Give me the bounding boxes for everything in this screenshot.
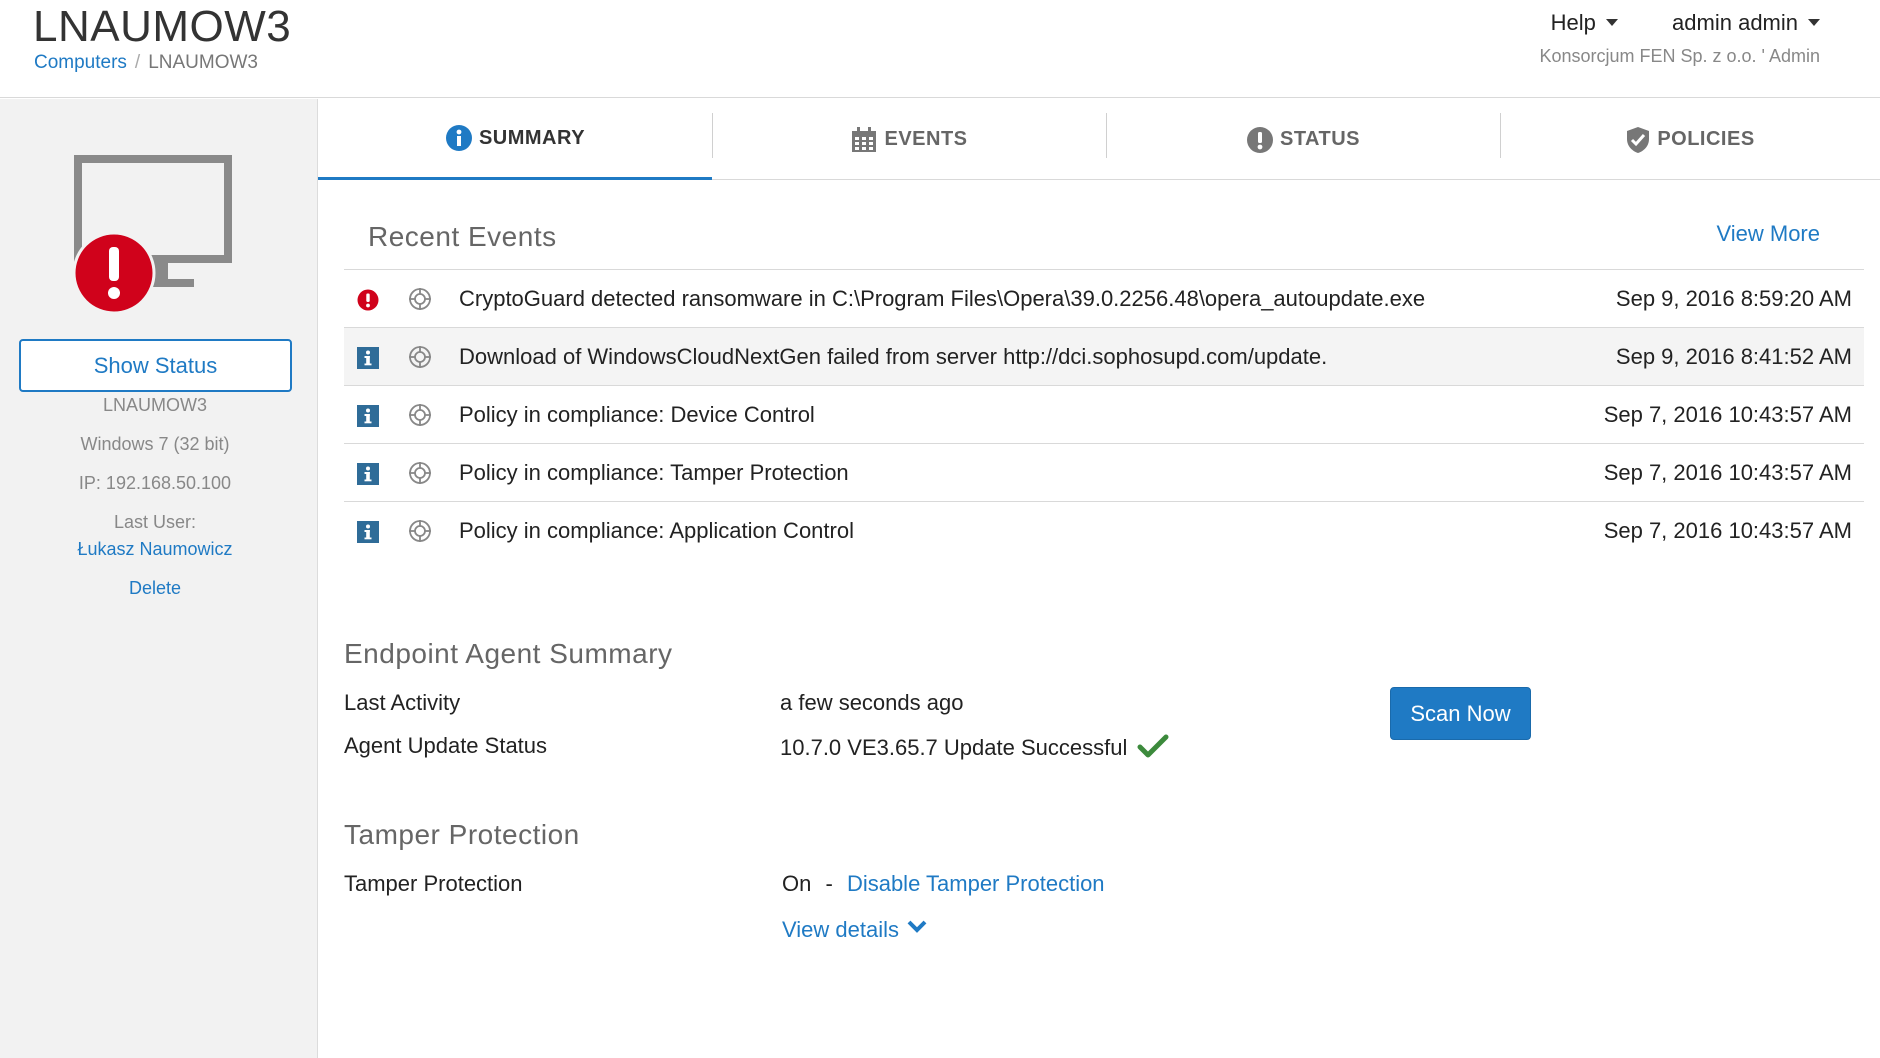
organization-line: Konsorcjum FEN Sp. z o.o. ' Admin: [1539, 46, 1820, 66]
tab-policies[interactable]: POLICIES: [1500, 99, 1880, 180]
tamper-dash: -: [825, 871, 833, 896]
update-status-label: Agent Update Status: [344, 733, 548, 758]
table-row[interactable]: Policy in compliance: Device Control Sep…: [344, 386, 1864, 444]
tab-summary[interactable]: SUMMARY: [318, 99, 712, 180]
event-time: Sep 7, 2016 10:43:57 AM: [1603, 401, 1852, 427]
computer-name: LNAUMOW3: [102, 395, 207, 415]
info-icon: [445, 124, 473, 152]
top-right-area: Help admin admin Konsorcjum FEN Sp. z o.…: [1503, 10, 1820, 67]
last-activity-label: Last Activity: [344, 690, 461, 715]
breadcrumb: Computers / LNAUMOW3: [34, 52, 258, 74]
recent-events-title: Recent Events: [368, 221, 557, 252]
page-header: LNAUMOW3 Computers / LNAUMOW3 Help admin a…: [0, 0, 1880, 98]
breadcrumb-computers-link[interactable]: Computers: [34, 52, 127, 73]
update-status-value: 10.7.0 VE3.65.7 Update Successful: [780, 735, 1128, 760]
endpoint-target-icon: [409, 404, 431, 426]
endpoint-target-icon: [409, 462, 431, 484]
endpoint-target-icon: [409, 288, 431, 310]
tamper-protection-state: On: [782, 871, 812, 896]
view-details-link[interactable]: View details: [782, 917, 927, 943]
update-status-container: 10.7.0 VE3.65.7 Update Successful: [780, 733, 1169, 761]
table-row[interactable]: CryptoGuard detected ransomware in C:\Pr…: [344, 270, 1864, 328]
last-user-link[interactable]: Łukasz Naumowicz: [77, 539, 232, 559]
chevron-down-icon: [1808, 18, 1820, 26]
info-badge-icon: [357, 405, 379, 427]
show-status-button[interactable]: Show Status: [19, 339, 292, 392]
ip-address: IP: 192.168.50.100: [78, 473, 232, 493]
chevron-down-icon: [1605, 18, 1618, 26]
event-text: CryptoGuard detected ransomware in C:\Pr…: [459, 285, 1426, 311]
last-activity-value: a few seconds ago: [780, 690, 964, 715]
help-menu-label: Help: [1550, 10, 1596, 35]
tab-status-label: STATUS: [1279, 128, 1361, 150]
breadcrumb-current: LNAUMOW3: [148, 52, 258, 73]
last-user-container: Łukasz Naumowicz: [0, 539, 310, 560]
table-row[interactable]: Policy in compliance: Application Contro…: [344, 502, 1864, 560]
view-details-label: View details: [782, 917, 899, 942]
agent-summary-title: Endpoint Agent Summary: [344, 638, 673, 669]
info-badge-icon: [357, 463, 379, 485]
view-more-link[interactable]: View More: [1716, 221, 1820, 247]
tab-summary-label: SUMMARY: [478, 126, 586, 149]
chevron-down-icon: [907, 920, 927, 933]
info-badge-icon: [357, 347, 379, 369]
breadcrumb-separator: /: [134, 52, 141, 73]
operating-system: Windows 7 (32 bit): [80, 434, 230, 454]
computer-alert-icon: [74, 155, 232, 315]
event-time: Sep 9, 2016 8:41:52 AM: [1615, 343, 1852, 369]
user-menu-label: admin admin: [1672, 10, 1798, 35]
event-text: Download of WindowsCloudNextGen failed f…: [459, 343, 1328, 369]
recent-events-table: CryptoGuard detected ransomware in C:\Pr…: [344, 269, 1864, 560]
tab-policies-label: POLICIES: [1657, 128, 1755, 150]
calendar-icon: [850, 126, 878, 154]
event-text: Policy in compliance: Tamper Protection: [459, 459, 849, 485]
event-text: Policy in compliance: Application Contro…: [459, 518, 854, 543]
tamper-protection-state-container: On - Disable Tamper Protection: [782, 871, 1105, 897]
disable-tamper-protection-link[interactable]: Disable Tamper Protection: [847, 871, 1105, 896]
checkmark-icon: [1137, 734, 1169, 758]
table-row[interactable]: Policy in compliance: Tamper Protection …: [344, 444, 1864, 502]
scan-now-button[interactable]: Scan Now: [1390, 687, 1531, 740]
critical-alert-icon: [357, 289, 379, 311]
event-text: Policy in compliance: Device Control: [459, 401, 815, 427]
event-time: Sep 7, 2016 10:43:57 AM: [1603, 518, 1852, 543]
tamper-protection-label: Tamper Protection: [344, 871, 523, 896]
event-time: Sep 9, 2016 8:59:20 AM: [1615, 285, 1852, 311]
info-badge-icon: [357, 521, 379, 543]
alert-icon: [1246, 126, 1274, 154]
delete-container: Delete: [0, 578, 310, 599]
event-time: Sep 7, 2016 10:43:57 AM: [1603, 459, 1852, 485]
tab-events-label: EVENTS: [884, 128, 968, 150]
last-user-label: Last User:: [113, 512, 197, 532]
tamper-protection-title: Tamper Protection: [344, 819, 580, 850]
tab-bar: SUMMARY EVENTS STATUS POLICIES: [318, 99, 1880, 180]
delete-link[interactable]: Delete: [129, 578, 181, 598]
user-menu[interactable]: admin admin: [1672, 10, 1820, 36]
page-title: LNAUMOW3: [33, 2, 292, 51]
endpoint-target-icon: [409, 346, 431, 368]
shield-icon: [1625, 126, 1651, 154]
computer-sidebar: Show Status LNAUMOW3 Windows 7 (32 bit) …: [0, 99, 318, 1058]
tab-status[interactable]: STATUS: [1106, 99, 1500, 180]
endpoint-target-icon: [409, 520, 431, 542]
table-row[interactable]: Download of WindowsCloudNextGen failed f…: [344, 328, 1864, 386]
tab-events[interactable]: EVENTS: [712, 99, 1106, 180]
help-menu[interactable]: Help: [1551, 10, 1618, 36]
